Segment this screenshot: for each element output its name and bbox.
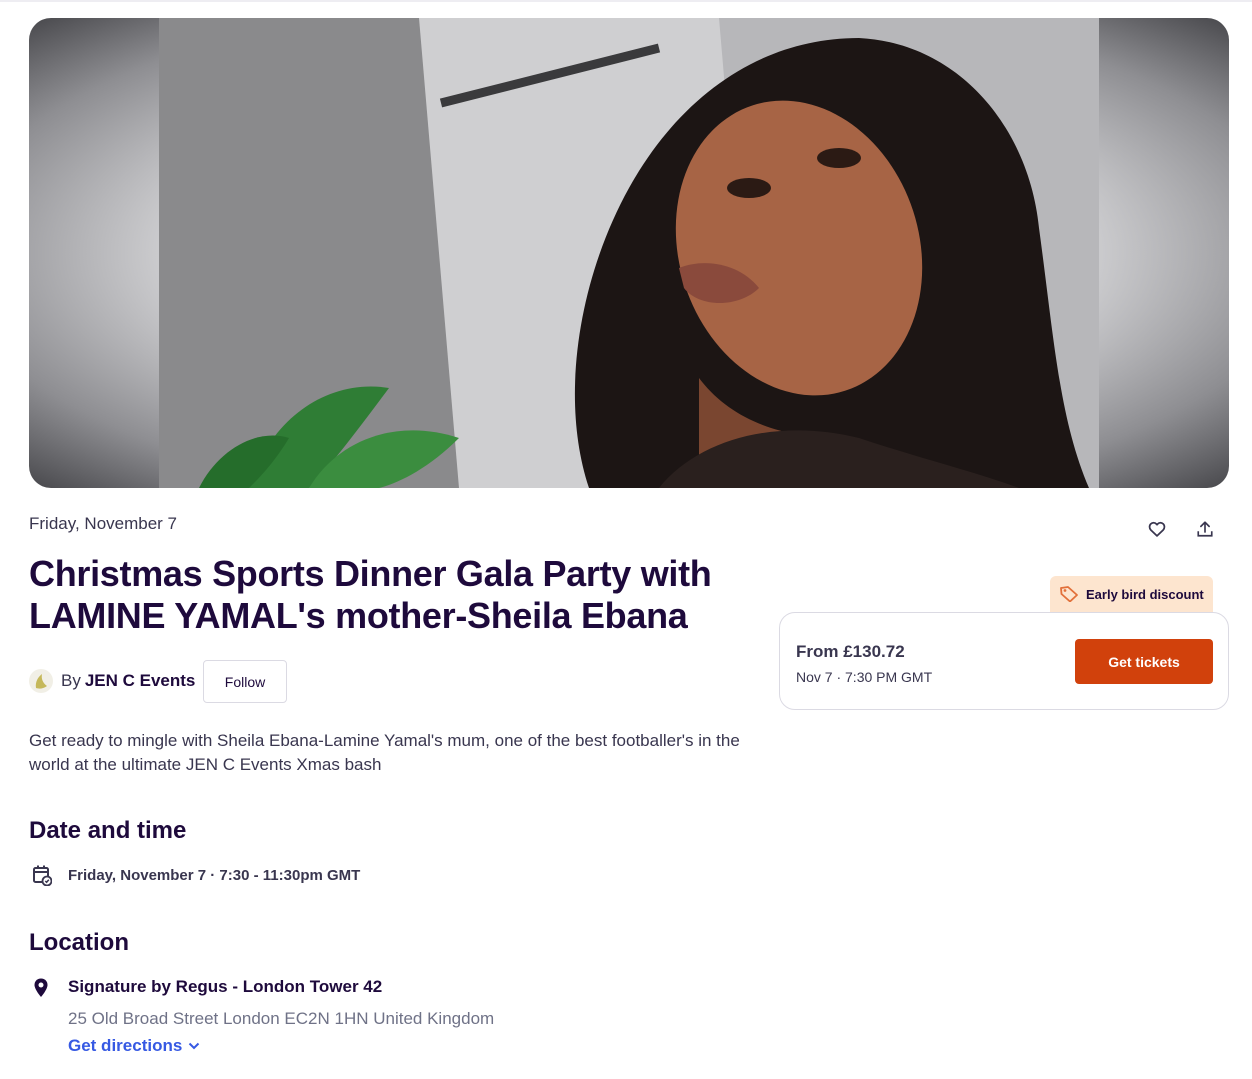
organizer-by-label: By xyxy=(61,671,81,690)
event-actions xyxy=(1146,518,1216,540)
chevron-down-icon xyxy=(189,1042,200,1050)
early-bird-badge: Early bird discount xyxy=(1050,576,1213,612)
calendar-icon xyxy=(33,865,52,886)
follow-button[interactable]: Follow xyxy=(203,660,287,703)
event-hero-image xyxy=(159,18,1099,488)
ticket-price: From £130.72 xyxy=(796,642,905,661)
get-tickets-button[interactable]: Get tickets xyxy=(1075,639,1213,684)
event-summary: Get ready to mingle with Sheila Ebana-La… xyxy=(29,731,740,774)
hero-banner xyxy=(29,18,1229,488)
event-title: Christmas Sports Dinner Gala Party with … xyxy=(29,553,712,636)
ticket-card: From £130.72 Nov 7 · 7:30 PM GMT Get tic… xyxy=(779,612,1229,710)
price-tag-icon xyxy=(1060,586,1078,602)
date-time-heading: Date and time xyxy=(29,817,187,844)
date-time-value: Friday, November 7 · 7:30 - 11:30pm GMT xyxy=(68,866,361,884)
event-date: Friday, November 7 xyxy=(29,514,178,533)
early-bird-label: Early bird discount xyxy=(1086,586,1204,602)
ticket-date: Nov 7 · 7:30 PM GMT xyxy=(796,669,933,685)
organizer-row: By JEN C Events xyxy=(29,660,195,702)
share-icon[interactable] xyxy=(1194,518,1216,540)
get-directions-link[interactable]: Get directions xyxy=(68,1036,200,1056)
organizer-logo-icon xyxy=(29,669,53,693)
get-directions-label: Get directions xyxy=(68,1036,183,1055)
location-heading: Location xyxy=(29,929,129,956)
date-time-row: Friday, November 7 · 7:30 - 11:30pm GMT xyxy=(32,864,360,886)
venue-name: Signature by Regus - London Tower 42 xyxy=(68,977,383,996)
venue-address: 25 Old Broad Street London EC2N 1HN Unit… xyxy=(68,1009,495,1028)
heart-icon[interactable] xyxy=(1146,518,1168,540)
map-pin-icon xyxy=(34,978,48,997)
organizer-name[interactable]: JEN C Events xyxy=(85,671,196,691)
top-divider xyxy=(0,0,1252,2)
